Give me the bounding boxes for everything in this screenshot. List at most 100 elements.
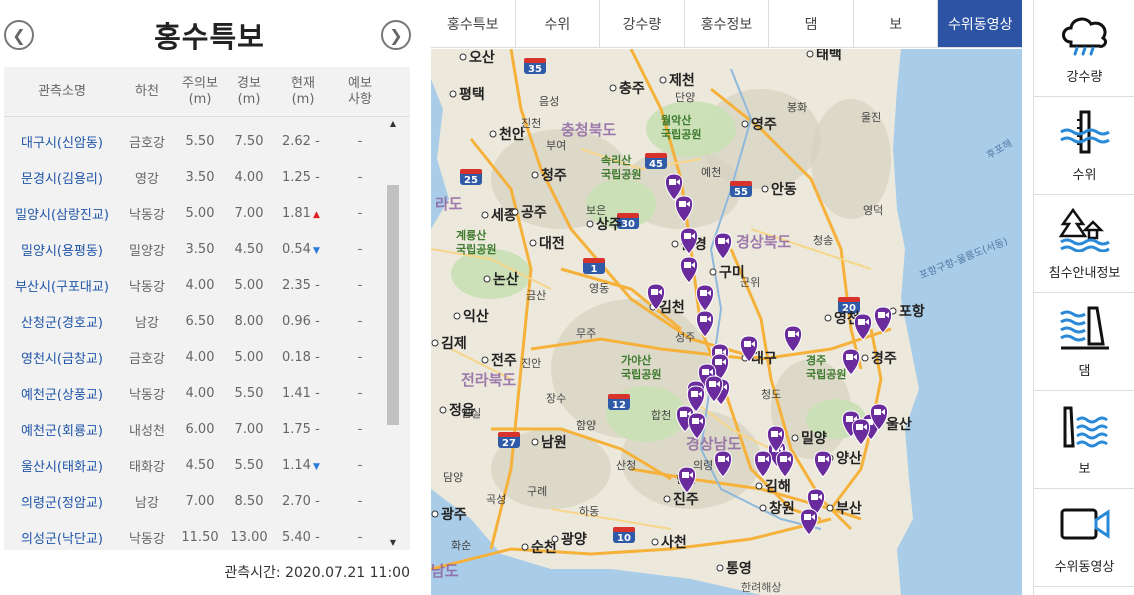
- sidebar-item-5[interactable]: 수위동영상: [1034, 490, 1134, 587]
- city-dot: [481, 211, 489, 219]
- station-name[interactable]: 밀양시(삼랑진교): [4, 204, 120, 223]
- map-view[interactable]: 충청북도 경상북도 전라북도 경상남도 남도 라도 월악산 국립공원 속리산 국립공원 계룡산 국립공…: [431, 49, 1022, 595]
- table-scrollbar[interactable]: ▲ ▼: [386, 117, 400, 550]
- highway-shield-top: [838, 297, 860, 302]
- table-row[interactable]: 영천시(금창교) 금호강 4.00 5.00 0.18 --: [4, 339, 388, 375]
- river-name: 금호강: [129, 351, 165, 367]
- video-marker-icon: [679, 201, 686, 207]
- town-label: 청송: [813, 234, 833, 247]
- video-marker-icon: [684, 233, 691, 239]
- tab-3[interactable]: 홍수정보: [683, 0, 769, 47]
- tab-5[interactable]: 보: [852, 0, 938, 47]
- table-body: 대구시(신암동) 금호강 5.50 7.50 2.62 - - 문경시(김용리) 영강 3.50…: [4, 123, 388, 550]
- station-name[interactable]: 밀양시(용평동): [4, 240, 120, 259]
- town-label: 부여: [546, 139, 566, 152]
- station-name[interactable]: 부산시(구포대교): [4, 276, 120, 295]
- col-watch: 주의보 (m): [182, 75, 218, 107]
- current-value: 0.54: [282, 241, 311, 257]
- watch-level: 6.00: [185, 421, 215, 437]
- city-label: 통영: [726, 560, 752, 577]
- sidebar-item-4[interactable]: 보: [1034, 392, 1134, 489]
- city-dot: [663, 495, 671, 503]
- current-level: 1.14 ▼: [272, 458, 334, 473]
- current-value: 1.14: [282, 457, 311, 473]
- station-name[interactable]: 대구시(신암동): [4, 132, 120, 151]
- province-label: 충청북도: [561, 121, 616, 139]
- scroll-down-icon[interactable]: ▼: [386, 536, 400, 550]
- highway-number: 1: [591, 264, 598, 275]
- table-row[interactable]: 밀양시(삼랑진교) 낙동강 5.00 7.00 1.81 ▲ -: [4, 195, 388, 231]
- table-row[interactable]: 의성군(낙단교) 낙동강 11.50 13.00 5.40 --: [4, 519, 388, 550]
- sidebar-item-0[interactable]: 강수량: [1034, 0, 1134, 97]
- water-level-gauge-icon: [1059, 110, 1111, 154]
- city-dot: [449, 90, 457, 98]
- table-row[interactable]: 문경시(김용리) 영강 3.50 4.00 1.25 --: [4, 159, 388, 195]
- warning-level: 4.00: [234, 169, 264, 185]
- chevron-right-icon: ❯: [389, 25, 403, 45]
- current-value: 1.75: [282, 421, 311, 437]
- panel-header: ❮ 홍수특보 ❯: [0, 0, 419, 66]
- town-label: 무주: [576, 327, 596, 340]
- table-row[interactable]: 울산시(태화교) 태화강 4.50 5.50 1.14 ▼ -: [4, 447, 388, 483]
- tab-1[interactable]: 수위: [514, 0, 600, 47]
- highway-number: 27: [502, 438, 516, 449]
- table-row[interactable]: 의령군(정암교) 남강 7.00 8.50 2.70 --: [4, 483, 388, 519]
- city-label: 울산: [886, 416, 912, 433]
- sidebar-item-2[interactable]: 침수안내정보: [1034, 196, 1134, 293]
- map-canvas[interactable]: 충청북도경상북도전라북도경상남도남도라도월악산국립공원속리산국립공원계룡산국립공…: [431, 49, 1022, 595]
- city-dot: [651, 538, 659, 546]
- trend-flat: -: [310, 529, 320, 545]
- table-row[interactable]: 대구시(신암동) 금호강 5.50 7.50 2.62 --: [4, 123, 388, 159]
- warning-level: 7.00: [234, 421, 264, 437]
- station-name[interactable]: 예천군(상풍교): [4, 384, 120, 403]
- sidebar-item-3[interactable]: 댐: [1034, 294, 1134, 391]
- sidebar-item-label: 강수량: [1066, 70, 1103, 85]
- station-name[interactable]: 문경시(김용리): [4, 168, 120, 187]
- city-label: 영주: [751, 116, 777, 133]
- station-name[interactable]: 영천시(금창교): [4, 348, 120, 367]
- city-label: 창원: [769, 500, 795, 517]
- warning-level: 8.50: [234, 493, 264, 509]
- town-label: 예천: [701, 165, 721, 179]
- video-marker-icon: [718, 238, 725, 244]
- station-name[interactable]: 의령군(정암교): [4, 492, 120, 511]
- warning-level: 5.50: [234, 385, 264, 401]
- city-label: 순천: [531, 540, 557, 556]
- scroll-thumb[interactable]: [387, 185, 399, 425]
- tab-6[interactable]: 수위동영상: [937, 0, 1023, 47]
- table-row[interactable]: 산청군(경호교) 남강 6.50 8.00 0.96 --: [4, 303, 388, 339]
- dam-icon: [1059, 306, 1111, 350]
- river-name: 내성천: [129, 423, 165, 439]
- next-button[interactable]: ❯: [381, 20, 411, 50]
- station-name[interactable]: 산청군(경호교): [4, 312, 120, 331]
- station-name[interactable]: 예천군(회룡교): [4, 420, 120, 439]
- town-label: 영덕: [863, 204, 883, 217]
- station-name[interactable]: 울산시(태화교): [4, 456, 120, 475]
- map-section: 홍수특보 수위 강수량 홍수정보 댐 보 수위동영상 충청북도 경상북도 전라북도 경상남도 남도 라…: [431, 0, 1023, 595]
- trend-flat: -: [310, 385, 320, 401]
- city-dot: [511, 208, 519, 216]
- warning-level: 4.50: [234, 241, 264, 257]
- city-label: 정읍: [449, 402, 475, 419]
- video-marker-icon: [700, 290, 707, 296]
- station-name[interactable]: 의성군(낙단교): [4, 528, 120, 547]
- trend-flat: -: [310, 421, 320, 437]
- tab-4[interactable]: 댐: [768, 0, 853, 47]
- city-dot: [453, 312, 461, 320]
- scroll-up-icon[interactable]: ▲: [386, 117, 400, 131]
- highway-shield-top: [524, 58, 546, 63]
- tab-2[interactable]: 강수량: [599, 0, 684, 47]
- table-row[interactable]: 예천군(상풍교) 낙동강 4.00 5.50 1.41 --: [4, 375, 388, 411]
- video-marker-icon: [651, 289, 658, 295]
- table-header: 관측소명 하천 주의보 (m) 경보 (m) 현재 (m) 예보 사항: [4, 67, 410, 117]
- table-row[interactable]: 부산시(구포대교) 낙동강 4.00 5.00 2.35 --: [4, 267, 388, 303]
- town-label: 산청: [616, 459, 636, 472]
- table-row[interactable]: 밀양시(용평동) 밀양강 3.50 4.50 0.54 ▼ -: [4, 231, 388, 267]
- highway-number: 55: [734, 187, 748, 198]
- table-row[interactable]: 예천군(회룡교) 내성천 6.00 7.00 1.75 --: [4, 411, 388, 447]
- col-station: 관측소명: [38, 83, 86, 99]
- tab-0[interactable]: 홍수특보: [431, 0, 515, 47]
- river-name: 낙동강: [129, 279, 165, 295]
- sidebar-item-1[interactable]: 수위: [1034, 98, 1134, 195]
- col-river: 하천: [135, 83, 159, 99]
